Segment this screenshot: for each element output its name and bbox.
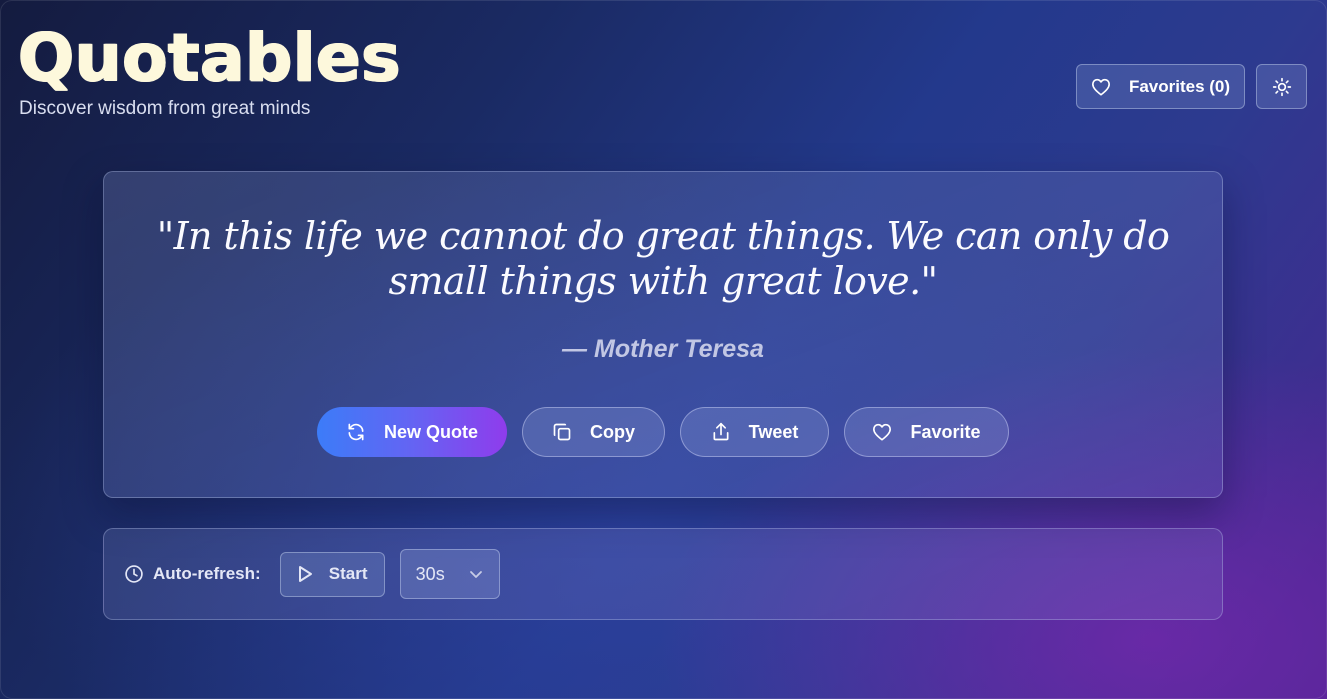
- heart-icon: [872, 423, 892, 441]
- copy-label: Copy: [590, 421, 635, 442]
- tweet-label: Tweet: [748, 421, 799, 442]
- start-auto-refresh-button[interactable]: Start: [279, 551, 385, 597]
- sun-icon: [1272, 77, 1292, 97]
- heart-icon: [1091, 78, 1111, 96]
- favorites-button[interactable]: Favorites (0): [1076, 64, 1245, 109]
- quote-actions: New Quote Copy Tweet Favorite: [104, 407, 1222, 457]
- favorites-label: Favorites (0): [1128, 76, 1231, 96]
- auto-refresh-label-group: Auto-refresh:: [124, 564, 261, 584]
- app-subtitle: Discover wisdom from great minds: [19, 98, 311, 119]
- quote-card: "In this life we cannot do great things.…: [103, 171, 1223, 498]
- share-icon: [711, 422, 731, 442]
- auto-refresh-label: Auto-refresh:: [153, 564, 261, 583]
- copy-button[interactable]: Copy: [522, 407, 665, 457]
- theme-toggle-button[interactable]: [1256, 64, 1307, 109]
- play-icon: [297, 565, 313, 583]
- copy-icon: [552, 422, 572, 442]
- refresh-icon: [346, 422, 366, 442]
- header-actions: Favorites (0): [1076, 64, 1307, 109]
- auto-refresh-panel: Auto-refresh: Start 30s: [103, 528, 1223, 620]
- start-label: Start: [328, 564, 368, 583]
- chevron-down-icon: [469, 569, 483, 579]
- quote-author: — Mother Teresa: [562, 335, 764, 363]
- favorite-button[interactable]: Favorite: [844, 407, 1009, 457]
- favorite-label: Favorite: [910, 421, 981, 442]
- brand: Quotables Discover wisdom from great min…: [18, 22, 401, 120]
- tweet-button[interactable]: Tweet: [680, 407, 829, 457]
- app-title: Quotables: [18, 19, 401, 96]
- refresh-interval-value: 30s: [415, 563, 445, 584]
- quote-text: "In this life we cannot do great things.…: [156, 214, 1170, 303]
- new-quote-label: New Quote: [383, 421, 478, 442]
- refresh-interval-select[interactable]: 30s: [399, 549, 500, 599]
- new-quote-button[interactable]: New Quote: [317, 407, 507, 457]
- clock-icon: [124, 564, 144, 584]
